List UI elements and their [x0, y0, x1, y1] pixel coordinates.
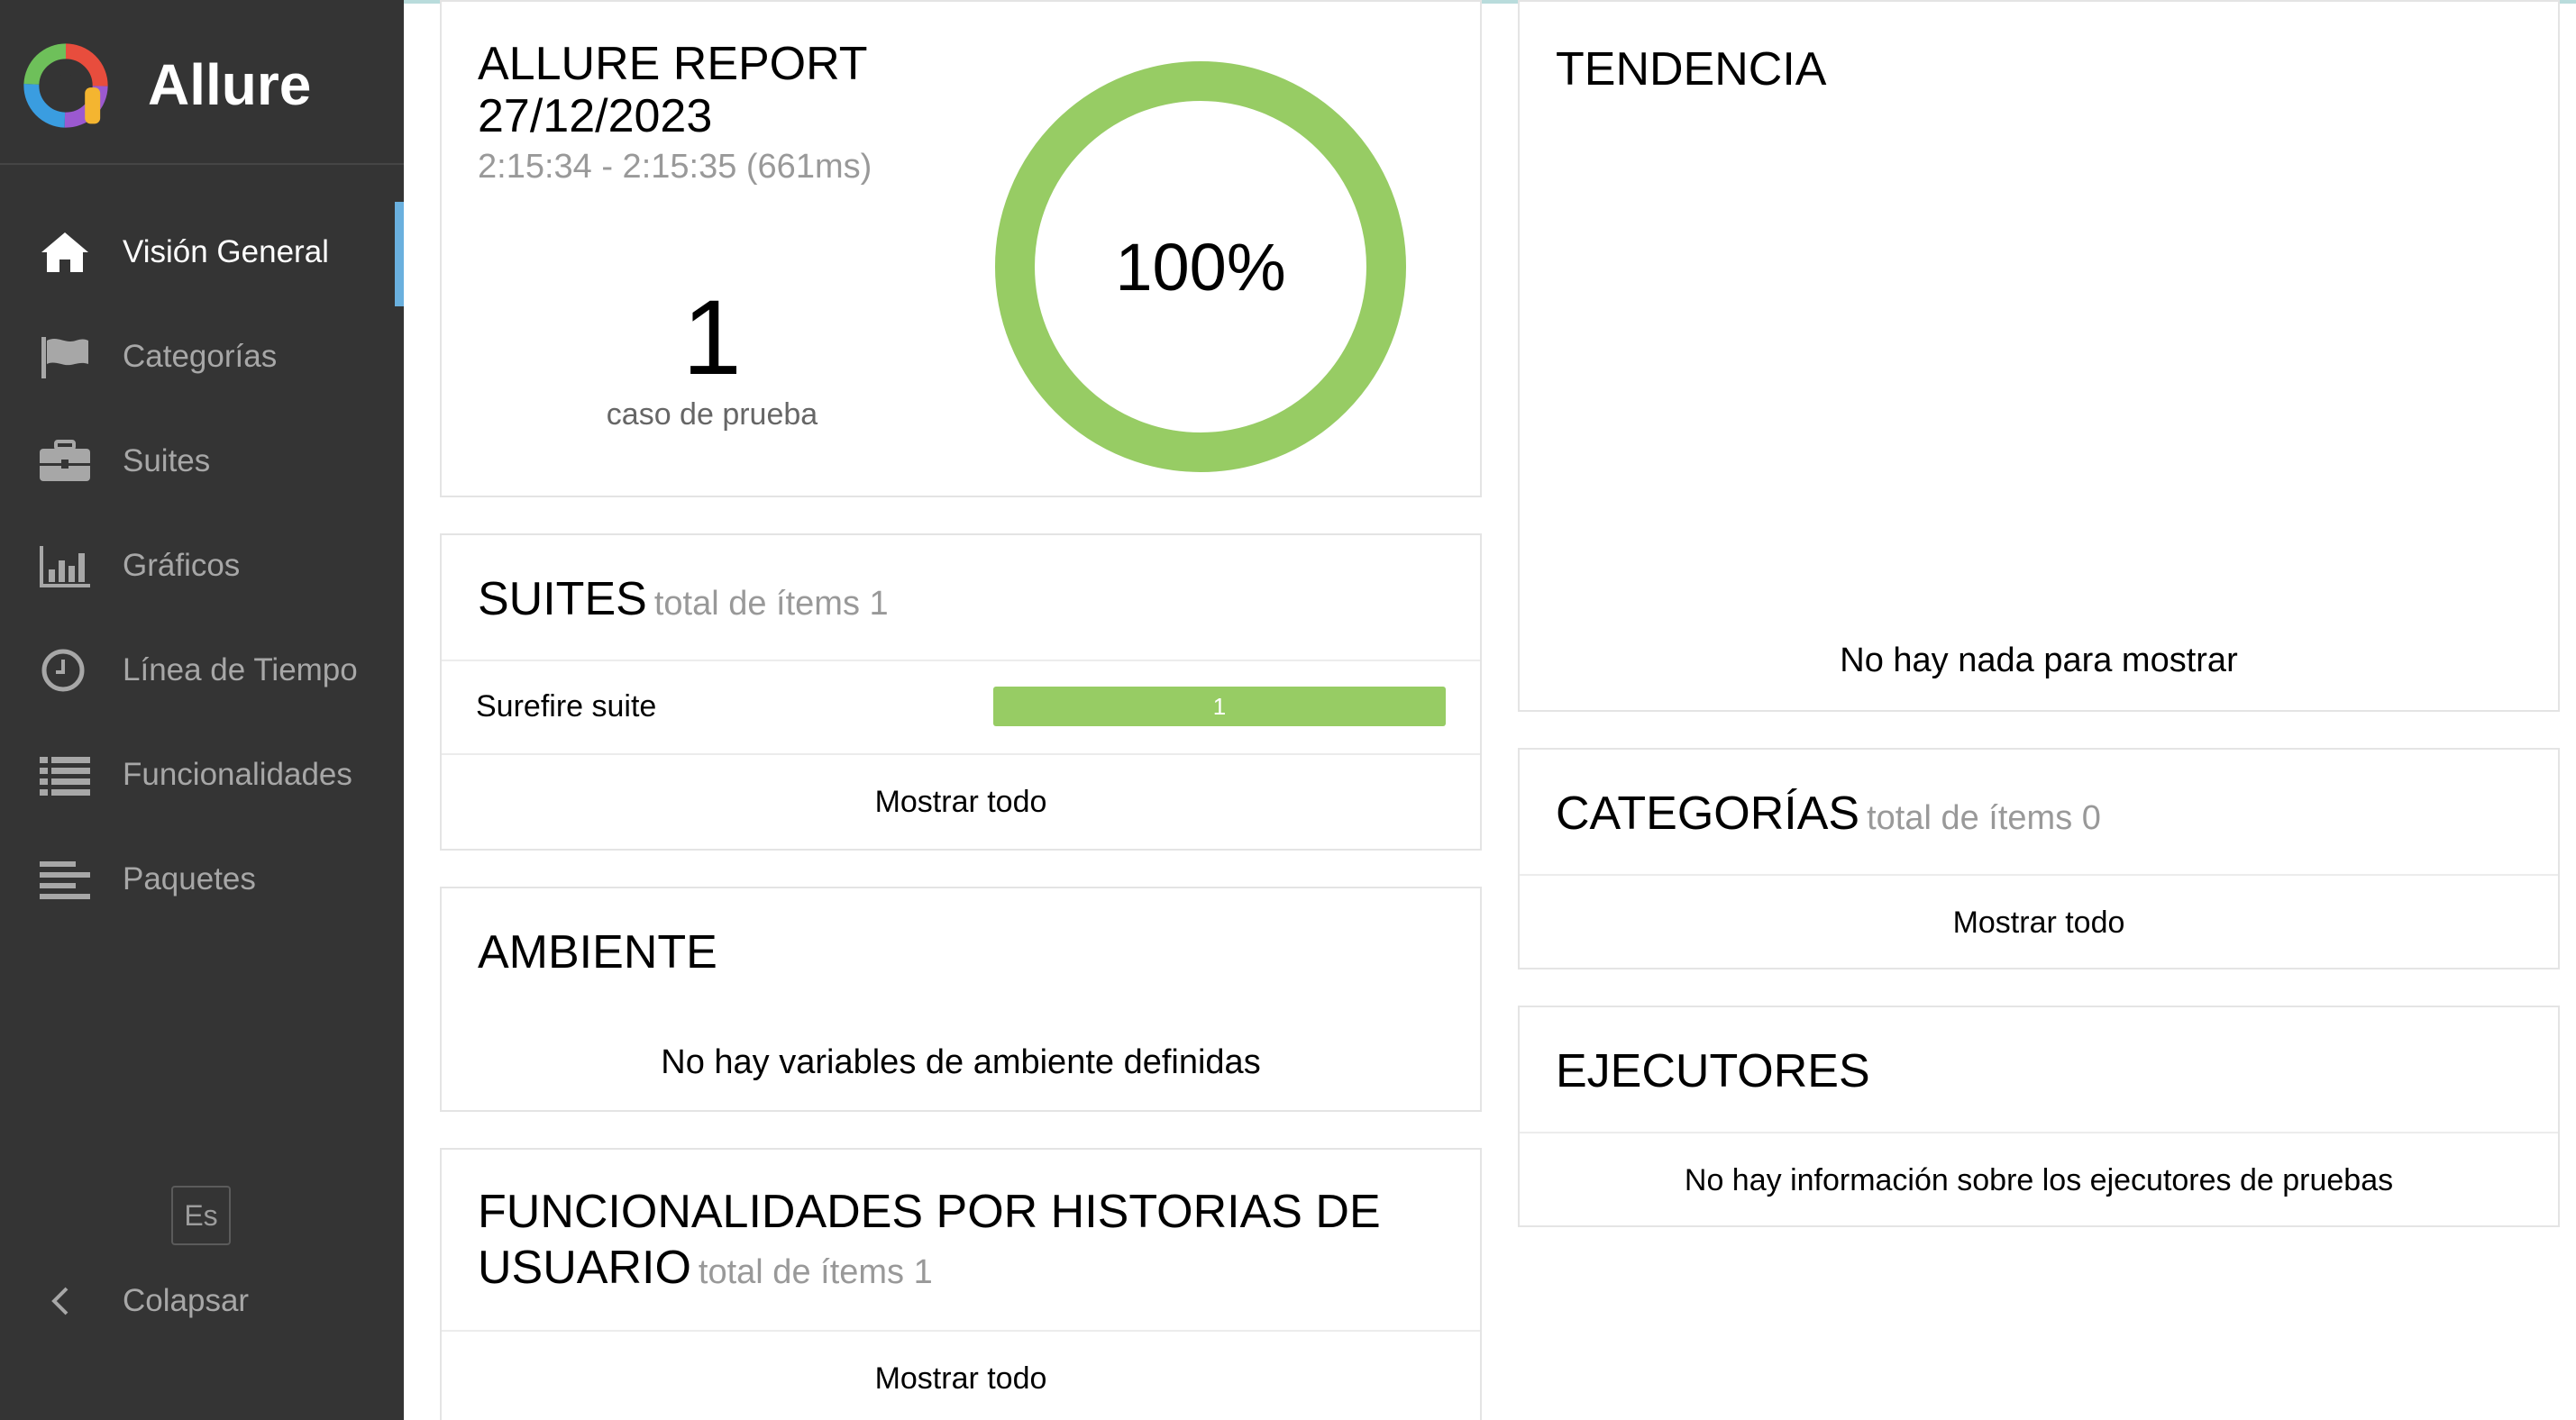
- brand: Allure: [0, 0, 404, 165]
- bar-chart-icon: [40, 546, 90, 587]
- divider: [442, 1330, 1480, 1332]
- sidebar-item-features[interactable]: Funcionalidades: [0, 724, 404, 829]
- executors-title: EJECUTORES: [1556, 1045, 1870, 1097]
- sidebar-item-label: Visión General: [123, 234, 329, 269]
- flag-icon: [41, 337, 88, 378]
- sidebar-item-label: Paquetes: [123, 861, 256, 897]
- sidebar-item-label: Funcionalidades: [123, 757, 352, 792]
- sidebar-item-label: Suites: [123, 443, 211, 478]
- language-switch-button[interactable]: Es: [171, 1186, 231, 1245]
- features-title-line2: USUARIO total de ítems 1: [478, 1240, 933, 1300]
- features-title-text: USUARIO: [478, 1242, 691, 1294]
- suites-title-text: SUITES: [478, 573, 647, 625]
- allure-logo-icon: [23, 43, 108, 128]
- executors-empty-text: No hay información sobre los ejecutores …: [1684, 1163, 2394, 1197]
- sidebar-nav: Visión General Categorías Suites Gráfico…: [0, 202, 404, 933]
- categories-title: CATEGORÍAS total de ítems 0: [1556, 786, 2101, 846]
- divider: [1520, 874, 2558, 876]
- clock-icon: [41, 649, 85, 692]
- suite-name: Surefire suite: [476, 689, 657, 724]
- sidebar-item-graphs[interactable]: Gráficos: [0, 515, 404, 620]
- test-case-label: caso de prueba: [606, 397, 818, 432]
- align-left-icon: [40, 861, 90, 899]
- divider: [1520, 1132, 2558, 1133]
- trend-title: TENDENCIA: [1556, 43, 1827, 96]
- sidebar-item-label: Línea de Tiempo: [123, 652, 358, 687]
- sidebar-item-label: Gráficos: [123, 548, 241, 583]
- features-subtitle: total de ítems 1: [698, 1253, 933, 1291]
- features-show-all-link[interactable]: Mostrar todo: [442, 1359, 1480, 1398]
- trend-empty-text: No hay nada para mostrar: [1840, 642, 2238, 679]
- report-title: ALLURE REPORT: [478, 38, 868, 90]
- categories-subtitle: total de ítems 0: [1867, 799, 2101, 837]
- categories-title-text: CATEGORÍAS: [1556, 787, 1860, 840]
- table-row[interactable]: Surefire suite 1: [442, 660, 1480, 753]
- trend-widget: TENDENCIA No hay nada para mostrar: [1518, 0, 2560, 712]
- features-widget: FUNCIONALIDADES POR HISTORIAS DE USUARIO…: [440, 1148, 1482, 1420]
- executors-widget: EJECUTORES No hay información sobre los …: [1518, 1006, 2560, 1227]
- features-title: FUNCIONALIDADES POR HISTORIAS DE: [478, 1186, 1381, 1238]
- list-icon: [40, 757, 90, 796]
- suites-title: SUITES total de ítems 1: [478, 571, 889, 632]
- home-icon: [41, 232, 88, 272]
- sidebar: Allure Visión General Categorías Suites: [0, 0, 404, 1420]
- sidebar-item-packages[interactable]: Paquetes: [0, 829, 404, 933]
- suite-status-bar: 1: [993, 687, 1446, 726]
- collapse-label: Colapsar: [123, 1283, 250, 1318]
- suites-subtitle: total de ítems 1: [653, 585, 889, 623]
- report-date: 27/12/2023: [478, 90, 713, 142]
- environment-empty-text: No hay variables de ambiente definidas: [661, 1043, 1261, 1081]
- app-name: Allure: [148, 52, 312, 117]
- sidebar-item-label: Categorías: [123, 339, 278, 374]
- environment-widget: AMBIENTE No hay variables de ambiente de…: [440, 887, 1482, 1112]
- sidebar-item-suites[interactable]: Suites: [0, 411, 404, 515]
- suites-show-all-link[interactable]: Mostrar todo: [442, 782, 1480, 822]
- success-rate-text: 100%: [1115, 230, 1285, 305]
- categories-widget: CATEGORÍAS total de ítems 0 Mostrar todo: [1518, 748, 2560, 969]
- report-time-range: 2:15:34 - 2:15:35 (661ms): [478, 148, 872, 186]
- sidebar-item-timeline[interactable]: Línea de Tiempo: [0, 620, 404, 724]
- sidebar-item-categories[interactable]: Categorías: [0, 306, 404, 411]
- environment-title: AMBIENTE: [478, 926, 717, 979]
- chevron-left-icon: [51, 1287, 69, 1315]
- categories-show-all-link[interactable]: Mostrar todo: [1520, 903, 2558, 942]
- collapse-button[interactable]: Colapsar: [0, 1269, 404, 1332]
- summary-widget: ALLURE REPORT 27/12/2023 2:15:34 - 2:15:…: [440, 0, 1482, 497]
- sidebar-item-overview[interactable]: Visión General: [0, 202, 404, 306]
- briefcase-icon: [40, 440, 90, 481]
- divider: [442, 753, 1480, 755]
- suites-widget: SUITES total de ítems 1 Surefire suite 1 …: [440, 533, 1482, 851]
- test-case-count: 1: [682, 278, 742, 397]
- success-rate-donut: 100%: [995, 61, 1406, 472]
